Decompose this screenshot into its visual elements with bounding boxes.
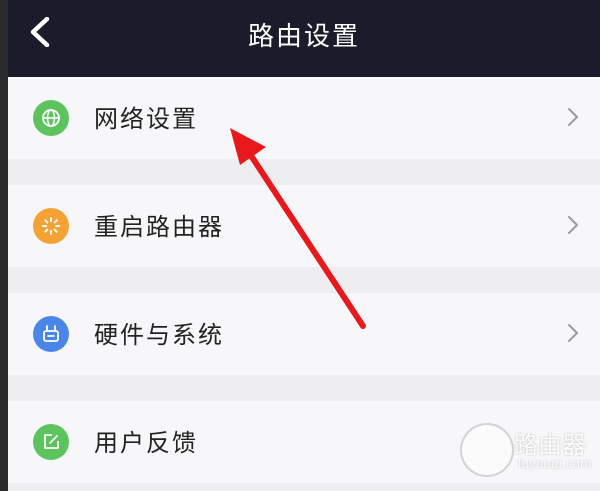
- globe-icon: [33, 100, 69, 136]
- menu-item-label: 用户反馈: [94, 429, 198, 457]
- menu-item-user-feedback[interactable]: 用户反馈: [8, 401, 600, 483]
- edit-icon: [33, 424, 69, 460]
- menu-item-label: 硬件与系统: [94, 321, 224, 349]
- chevron-right-icon: [568, 216, 578, 234]
- router-icon: [33, 316, 69, 352]
- chevron-right-icon: [568, 108, 578, 126]
- menu-item-network-settings[interactable]: 网络设置: [8, 77, 600, 159]
- navigation-bar: 路由设置: [8, 0, 600, 77]
- menu-item-label: 重启路由器: [94, 213, 224, 241]
- chevron-right-icon: [568, 324, 578, 342]
- menu-item-label: 网络设置: [94, 105, 198, 133]
- phone-screen: 路由设置 网络设置 重启路由器 硬件与系统 用户反馈 路由器 luyouqi.c…: [8, 0, 600, 491]
- page-title: 路由设置: [247, 22, 360, 52]
- loading-spinner-icon: [33, 208, 69, 244]
- menu-item-restart-router[interactable]: 重启路由器: [8, 185, 600, 267]
- menu-item-hardware-system[interactable]: 硬件与系统: [8, 293, 600, 375]
